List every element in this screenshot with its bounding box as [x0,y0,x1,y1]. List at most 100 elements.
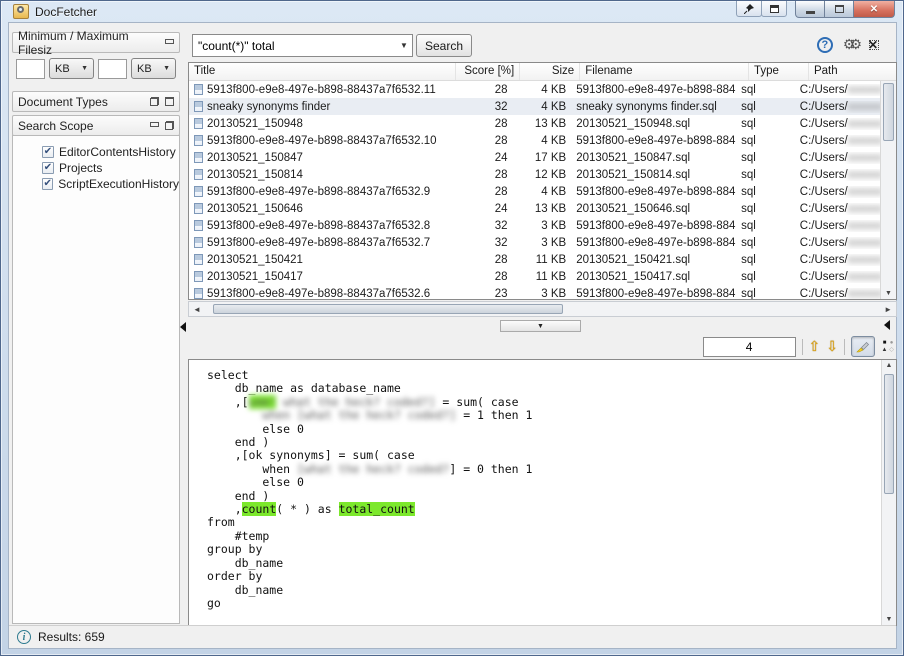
chevron-down-icon[interactable]: ▼ [396,41,412,50]
checkbox[interactable]: ✔ [42,162,54,174]
table-row[interactable]: 20130521_1508472417 KB20130521_150847.sq… [189,149,880,166]
table-cell: 28 [449,84,512,96]
table-cell: sql [736,237,795,249]
column-header-path[interactable]: Path [809,63,896,80]
column-header-score[interactable]: Score [%] [456,63,521,80]
previous-occurrence-icon[interactable]: ⇧ [809,338,821,355]
maximize-panel-icon[interactable] [165,97,174,106]
maximize-button[interactable] [824,1,854,18]
checkbox[interactable]: ✔ [42,146,54,158]
code-line: select [207,369,876,382]
table-row[interactable]: 20130521_1509482813 KB20130521_150948.sq… [189,115,880,132]
table-cell: 24 [449,152,512,164]
code-line: ,[ok synonyms] = sum( case [207,449,876,462]
scroll-down-icon[interactable]: ▼ [881,290,896,297]
table-row[interactable]: 5913f800-e9e8-497e-b898-88437a7f6532.832… [189,217,880,234]
restore-panel-icon[interactable] [165,121,174,130]
scrollbar-thumb[interactable] [884,374,894,494]
preview-view-toggle-icon[interactable]: ■●▲◇ [881,340,895,354]
pin-window-button[interactable] [736,1,762,17]
table-cell: 5913f800-e9e8-497e-b898-88437a... [571,220,736,232]
preview-sash-button[interactable]: ▼ [500,320,581,332]
results-table: Title Score [%] Size Filename Type Path … [188,62,897,300]
table-cell: 5913f800-e9e8-497e-b898-88437a7f6532.6 [189,288,449,300]
results-horizontal-scrollbar[interactable]: ◄ ► [188,301,897,317]
search-query-combobox[interactable]: ▼ [192,34,413,57]
code-line: from [207,516,876,529]
code-line: order by [207,570,876,583]
scroll-down-icon[interactable]: ▼ [882,616,896,623]
table-cell: 32 [449,101,512,113]
collapse-panel-icon[interactable] [165,39,174,44]
shade-icon [770,5,779,13]
collapse-sidebar-sash-icon[interactable] [180,322,186,332]
shade-window-button[interactable] [761,1,787,17]
document-icon [194,152,203,163]
column-header-type[interactable]: Type [749,63,809,80]
max-filesize-unit-select[interactable]: KB ▼ [131,58,176,79]
scope-item[interactable]: ✔EditorContentsHistory [13,144,179,160]
checkbox[interactable]: ✔ [42,178,53,190]
filesize-panel-header[interactable]: Minimum / Maximum Filesiz [12,32,180,53]
minimize-to-tray-icon[interactable] [866,37,882,53]
table-row[interactable]: 20130521_1506462413 KB20130521_150646.sq… [189,200,880,217]
scope-item[interactable]: ✔Projects [13,160,179,176]
document-icon [194,135,203,146]
collapse-preview-sash-icon[interactable] [884,320,890,330]
main-content: Minimum / Maximum Filesiz KB ▼ KB ▼ Docu… [8,22,897,649]
table-cell: 5913f800-e9e8-497e-b898-88437a... [571,288,736,300]
column-header-title[interactable]: Title [189,63,456,80]
preview-vertical-scrollbar[interactable]: ▲ ▼ [881,360,896,625]
restore-panel-icon[interactable] [150,97,159,106]
table-cell: 28 [449,135,512,147]
table-cell: 17 KB [513,152,572,164]
highlighting-toggle-button[interactable] [851,336,875,357]
title-bar[interactable]: DocFetcher ✕ [1,1,903,22]
minimize-button[interactable] [795,1,825,18]
scroll-right-icon[interactable]: ► [884,303,892,316]
info-icon: i [17,630,31,644]
scrollbar-thumb[interactable] [883,83,894,141]
preferences-gears-icon[interactable]: ⚙⚙ [843,36,856,53]
preview-pane[interactable]: select db_name as database_name ,[umm! w… [188,359,897,626]
table-row[interactable]: 20130521_1504172811 KB20130521_150417.sq… [189,268,880,285]
table-cell: C:/Users/xxxxxx [795,169,880,181]
table-row[interactable]: 5913f800-e9e8-497e-b898-88437a7f6532.112… [189,81,880,98]
table-cell: sql [736,118,795,130]
table-cell: sql [736,135,795,147]
results-vertical-scrollbar[interactable]: ▼ [880,81,896,299]
search-input[interactable] [193,39,396,53]
max-filesize-input[interactable] [98,59,127,79]
column-header-filename[interactable]: Filename [580,63,749,80]
scrollbar-thumb[interactable] [213,304,563,314]
close-button[interactable]: ✕ [853,1,895,18]
min-filesize-unit-select[interactable]: KB ▼ [49,58,94,79]
table-row[interactable]: 5913f800-e9e8-497e-b898-88437a7f6532.623… [189,285,880,299]
search-button[interactable]: Search [416,34,472,57]
table-cell: 4 KB [513,101,572,113]
document-types-panel-header[interactable]: Document Types [12,91,180,112]
table-row[interactable]: 20130521_1504212811 KB20130521_150421.sq… [189,251,880,268]
table-row[interactable]: sneaky synonyms finder324 KBsneaky synon… [189,98,880,115]
table-row[interactable]: 5913f800-e9e8-497e-b898-88437a7f6532.928… [189,183,880,200]
table-row[interactable]: 5913f800-e9e8-497e-b898-88437a7f6532.732… [189,234,880,251]
page-number-field[interactable] [703,337,796,357]
table-row[interactable]: 20130521_1508142812 KB20130521_150814.sq… [189,166,880,183]
scope-item[interactable]: ✔ScriptExecutionHistory [13,176,179,192]
scroll-up-icon[interactable]: ▲ [882,362,896,369]
redacted-path: xxxxxx [848,101,880,113]
document-icon [194,118,203,129]
scroll-left-icon[interactable]: ◄ [193,303,201,316]
search-scope-panel-header[interactable]: Search Scope [12,115,180,136]
table-cell: 20130521_150948 [189,118,449,130]
redacted-path: xxxxxx [848,220,880,232]
min-filesize-input[interactable] [16,59,45,79]
help-icon[interactable]: ? [817,37,833,53]
table-cell: 11 KB [513,271,572,283]
next-occurrence-icon[interactable]: ⇩ [826,338,838,355]
collapse-panel-icon[interactable] [150,122,159,127]
table-row[interactable]: 5913f800-e9e8-497e-b898-88437a7f6532.102… [189,132,880,149]
docfetcher-window: DocFetcher ✕ Minimum / Maximum Filesiz K… [0,0,904,656]
table-cell: 11 KB [513,254,572,266]
column-header-size[interactable]: Size [520,63,580,80]
